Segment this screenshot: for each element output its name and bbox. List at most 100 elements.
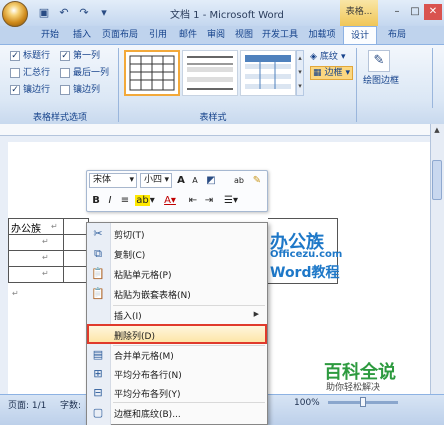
paint-bucket-icon: ◈: [310, 52, 317, 62]
tab-developer[interactable]: 开发工具: [258, 26, 302, 44]
font-size-field[interactable]: 小四 ▾: [140, 173, 172, 188]
checkmark-icon: ✓: [10, 85, 20, 95]
table-cell[interactable]: [8, 266, 64, 283]
scrollbar-thumb[interactable]: [432, 160, 442, 200]
tab-addins[interactable]: 加载项: [304, 26, 340, 44]
menu-item-cut[interactable]: ✂ 剪切(T): [87, 225, 267, 244]
table-style-options-label: 表格样式选项: [32, 113, 87, 123]
submenu-arrow-icon: ▶: [253, 310, 259, 318]
office-button[interactable]: [2, 1, 28, 27]
scissors-icon: ✂: [93, 227, 103, 240]
chevron-down-icon: ▾: [164, 175, 169, 185]
menu-item-merge-cells[interactable]: ▤ 合并单元格(M): [87, 346, 267, 365]
page-count[interactable]: 页面: 1/1: [8, 398, 46, 411]
tab-page-layout[interactable]: 页面布局: [98, 26, 142, 44]
copy-icon: ⧉: [94, 247, 102, 260]
menu-item-distribute-rows[interactable]: ⊞ 平均分布各行(N): [87, 365, 267, 384]
tab-home[interactable]: 开始: [36, 26, 64, 44]
light-shading-icon: [187, 56, 233, 90]
draw-borders-button[interactable]: 绘图边框: [358, 76, 404, 87]
minimize-button[interactable]: –: [388, 4, 406, 20]
header-row-checkbox[interactable]: ✓ 标题行: [10, 50, 50, 62]
table-cell[interactable]: [8, 250, 64, 267]
style-gallery-scroll[interactable]: ▴ ▾ ▾: [296, 50, 304, 96]
increase-indent-icon[interactable]: ⇥: [202, 193, 216, 208]
table-style-2[interactable]: [182, 50, 238, 96]
watermark-url: Officezu.com: [270, 249, 343, 260]
first-column-checkbox[interactable]: ✓ 第一列: [60, 50, 100, 62]
last-column-checkbox[interactable]: 最后一列: [60, 67, 109, 79]
total-row-checkbox[interactable]: 汇总行: [10, 67, 50, 79]
chevron-down-icon: ▾: [129, 175, 134, 185]
paste-icon: 📋: [91, 267, 105, 280]
italic-button[interactable]: I: [104, 193, 116, 208]
scroll-up-icon[interactable]: ▲: [432, 126, 442, 134]
checkmark-icon: ✓: [10, 51, 20, 61]
borders-button[interactable]: ▦ 边框 ▾: [310, 66, 354, 80]
tab-insert[interactable]: 插入: [68, 26, 96, 44]
window-title: 文档 1 - Microsoft Word: [170, 10, 284, 21]
word-count[interactable]: 字数:: [60, 398, 81, 411]
table-cell[interactable]: 办公族 ↵: [8, 218, 64, 235]
horizontal-ruler: [0, 124, 430, 136]
tab-view[interactable]: 视图: [230, 26, 258, 44]
grow-font-button[interactable]: A: [175, 173, 187, 188]
menu-item-copy[interactable]: ⧉ 复制(C): [87, 245, 267, 264]
draw-table-icon[interactable]: ✎: [368, 50, 390, 72]
clear-formatting-icon[interactable]: ✎: [250, 173, 264, 188]
align-center-icon[interactable]: ≡: [118, 193, 132, 208]
font-name-field[interactable]: 宋体 ▾: [89, 173, 137, 188]
shading-button[interactable]: ◈ 底纹 ▾: [310, 50, 345, 64]
tab-layout[interactable]: 布局: [382, 26, 412, 44]
baike-tagline: 助你轻松解决: [326, 383, 381, 393]
group-divider: [356, 48, 357, 122]
distribute-rows-icon: ⊞: [93, 367, 103, 380]
maximize-button[interactable]: □: [406, 4, 424, 20]
table-tools-context-tab: 表格...: [340, 0, 378, 26]
menu-item-paste-cells[interactable]: 📋 粘贴单元格(P): [87, 265, 267, 284]
merge-icon: ▤: [92, 348, 104, 361]
tab-mailings[interactable]: 邮件: [174, 26, 202, 44]
customize-qat-icon[interactable]: ▾: [96, 5, 112, 21]
menu-item-distribute-columns[interactable]: ⊟ 平均分布各列(Y): [87, 384, 267, 403]
menu-item-borders-shading[interactable]: ▢ 边框和底纹(B)...: [87, 404, 267, 423]
highlight-color-icon[interactable]: ab▾: [134, 193, 156, 208]
menu-item-insert[interactable]: 插入(I) ▶: [87, 306, 267, 325]
checkmark-icon: ✓: [60, 51, 70, 61]
menu-item-paste-nested[interactable]: 📋 粘贴为嵌套表格(N): [87, 285, 267, 304]
tab-design[interactable]: 设计: [343, 26, 377, 44]
table-style-3[interactable]: [240, 50, 296, 96]
close-button[interactable]: ✕: [424, 4, 442, 20]
table-cell[interactable]: [8, 234, 64, 251]
undo-icon[interactable]: ↶: [56, 5, 72, 21]
save-icon[interactable]: ▣: [36, 5, 52, 21]
quick-access-toolbar: ▣ ↶ ↷ ▾: [36, 5, 112, 21]
distribute-cols-icon: ⊟: [93, 386, 103, 399]
table-styles-label: 表样式: [199, 113, 227, 123]
bold-button[interactable]: B: [90, 193, 102, 208]
zoom-level[interactable]: 100%: [294, 398, 320, 408]
paragraph-mark: ↵: [12, 289, 19, 298]
menu-item-delete-columns[interactable]: 删除列(D): [87, 324, 267, 344]
plain-grid-icon: [129, 55, 175, 91]
tab-references[interactable]: 引用: [144, 26, 172, 44]
format-painter-icon[interactable]: ◩: [204, 173, 218, 188]
zoom-slider-thumb[interactable]: [360, 397, 366, 407]
redo-icon[interactable]: ↷: [76, 5, 92, 21]
font-color-button[interactable]: A▾: [160, 193, 180, 208]
banded-rows-checkbox[interactable]: ✓ 镶边行: [10, 84, 50, 96]
group-divider: [118, 48, 119, 122]
tab-review[interactable]: 审阅: [202, 26, 230, 44]
colorful-grid-icon: [245, 55, 291, 89]
table-style-1[interactable]: [124, 50, 180, 96]
watermark-subtitle: Word教程: [270, 265, 340, 281]
borders-icon: ▢: [92, 406, 104, 419]
border-grid-icon: ▦: [313, 68, 322, 78]
decrease-indent-icon[interactable]: ⇤: [186, 193, 200, 208]
paste-nested-icon: 📋: [91, 287, 105, 300]
shrink-font-button[interactable]: A: [189, 173, 201, 188]
phonetic-guide-button[interactable]: ab: [232, 173, 246, 188]
menu-separator: [113, 402, 265, 403]
bullets-icon[interactable]: ☰▾: [220, 193, 242, 208]
banded-columns-checkbox[interactable]: 镶边列: [60, 84, 100, 96]
